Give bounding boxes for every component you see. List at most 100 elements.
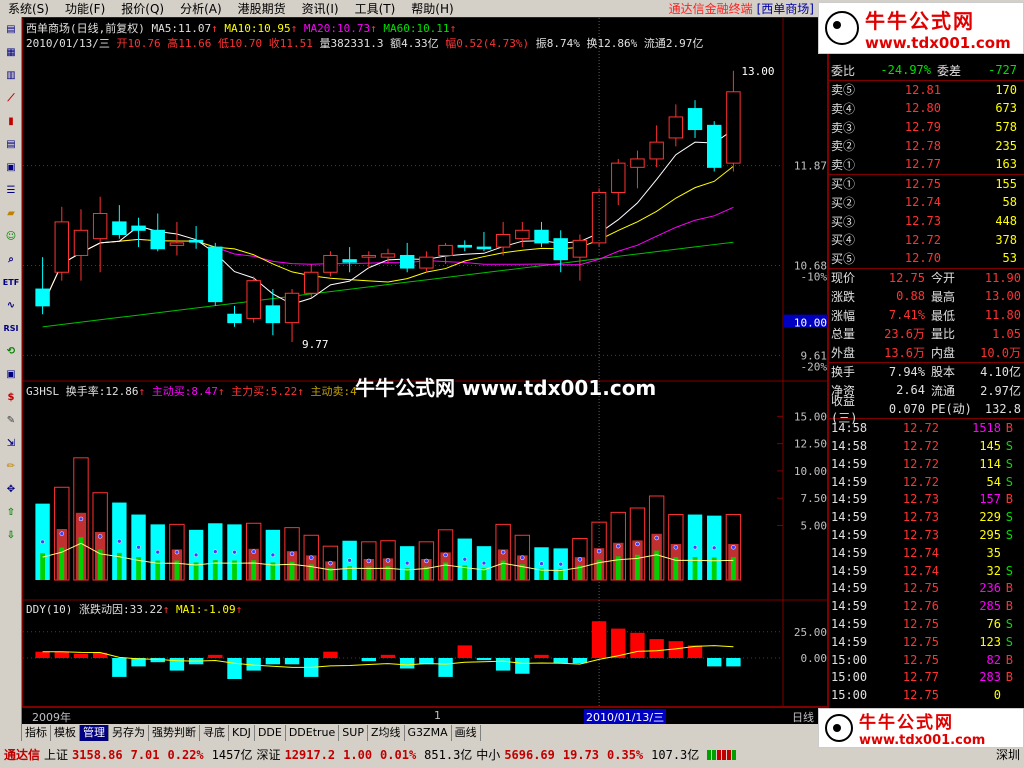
ddy-bar	[73, 653, 89, 658]
menu-help[interactable]: 帮助(H)	[403, 0, 461, 17]
buy-row: 买⑤ 12.70 53	[829, 249, 1024, 268]
etf-icon[interactable]: ETF	[1, 272, 21, 293]
menu-hk-futures[interactable]: 港股期货	[230, 0, 294, 17]
stat-label: 涨幅	[831, 308, 856, 323]
wrench-icon[interactable]: ✎	[1, 410, 21, 431]
tick-row: 15:00 12.75 0	[829, 686, 1024, 704]
sell-volume: 578	[995, 120, 1017, 135]
tick-price: 12.73	[902, 527, 939, 542]
candle-body	[591, 192, 607, 244]
tab-find-bottom[interactable]: 寻底	[200, 724, 229, 741]
table-icon[interactable]: ▤	[1, 134, 21, 155]
save-icon[interactable]: ▣	[1, 364, 21, 385]
tick-side: S	[1005, 474, 1013, 489]
ddy-bar	[35, 651, 50, 658]
tab-save-as[interactable]: 另存为	[109, 724, 149, 741]
hsl-dot	[462, 557, 468, 562]
tick-volume: 54	[986, 474, 1001, 489]
sell-volume: 170	[995, 82, 1017, 97]
hsl-turnover: 换手率:12.86	[65, 385, 139, 398]
sh-index: 3158.86	[72, 747, 123, 762]
stat-row: 涨跌 0.88 最高 13.00	[829, 287, 1024, 306]
import-icon[interactable]: ⇲	[1, 433, 21, 454]
tick-volume: 229	[979, 510, 1001, 525]
tab-draw[interactable]: 画线	[452, 724, 481, 741]
hsl-dot	[443, 552, 448, 558]
tick-list[interactable]: 14:58 12.72 1518 B 14:58 12.72 145 S 14:59 12.72 1…	[829, 418, 1024, 704]
arrow-up-icon[interactable]: ⇧	[1, 502, 21, 523]
buy-price: 12.70	[904, 251, 941, 266]
detail-icon[interactable]: ▥	[1, 65, 21, 86]
menu-tools[interactable]: 工具(T)	[347, 0, 404, 17]
tab-template[interactable]: 模板	[51, 724, 80, 741]
tick-time: 14:59	[831, 456, 868, 471]
high-value: 高11.66	[167, 37, 212, 50]
kline-chart-area[interactable]: 11.87 10.68 -10% 10.00 9.61 -20% 13.00 9.77 15.0…	[22, 17, 829, 708]
period-label: (日线,前复权)	[70, 22, 145, 35]
tick-row: 14:59 12.76 285 B	[829, 597, 1024, 615]
watermark-banner-bottom: 牛牛公式网 www.tdx001.com	[818, 708, 1024, 748]
move-icon[interactable]: ✥	[1, 479, 21, 500]
money-icon[interactable]: $	[1, 387, 21, 408]
sell-label: 卖②	[831, 139, 856, 154]
folder-icon[interactable]: ▰	[1, 203, 21, 224]
line-chart-icon[interactable]: ⟋	[1, 88, 21, 109]
stat-value: 132.8	[984, 401, 1021, 416]
tab-strength[interactable]: 强势判断	[149, 724, 200, 741]
ohlc-info: 2010/01/13/三 开10.76 高11.66 低10.70 收11.51…	[26, 35, 703, 51]
candle-body	[227, 313, 242, 324]
tick-price: 12.76	[902, 599, 939, 614]
users-icon[interactable]: ☺	[1, 226, 21, 247]
order-ratio-row: 委比 -24.97% 委差 -727	[831, 63, 1017, 78]
sell-volume: 163	[995, 157, 1017, 172]
hsl-axis-label: 12.50	[794, 438, 827, 451]
report-icon[interactable]: ▣	[1, 157, 21, 178]
tick-time: 14:59	[831, 545, 868, 560]
ddy-bar	[611, 628, 626, 658]
candle-body	[188, 239, 204, 243]
stat-row: 涨幅 7.41% 最低 11.80	[829, 306, 1024, 325]
tab-kdj[interactable]: KDJ	[229, 724, 255, 741]
tab-indicator[interactable]: 指标	[22, 724, 51, 741]
tab-sup[interactable]: SUP	[339, 724, 368, 741]
buy-label: 买②	[831, 195, 856, 210]
refresh-icon[interactable]: ⟲	[1, 341, 21, 362]
menu-quote[interactable]: 报价(Q)	[113, 0, 172, 17]
rsi-icon[interactable]: RSI	[1, 318, 21, 339]
tick-price: 12.75	[902, 616, 939, 631]
tab-dde[interactable]: DDE	[255, 724, 286, 741]
hsl-dot	[385, 558, 391, 563]
list-icon[interactable]: ☰	[1, 180, 21, 201]
tick-time: 15:00	[831, 670, 868, 685]
sell-orders: 卖⑤ 12.81 170 卖④ 12.80 673 卖③ 12.79 578 卖② 12.78 235…	[829, 79, 1024, 174]
menu-function[interactable]: 功能(F)	[57, 0, 113, 17]
center-watermark: 牛牛公式网 www.tdx001.com	[355, 376, 657, 400]
tick-row: 15:00 12.75 82 B	[829, 651, 1024, 669]
tick-side: B	[1005, 670, 1013, 685]
tick-side: B	[1005, 581, 1013, 596]
hsl-dot	[635, 541, 640, 547]
tab-g3zma[interactable]: G3ZMA	[405, 724, 452, 741]
ddy-bar	[323, 651, 338, 658]
buy-row: 买③ 12.73 448	[829, 212, 1024, 231]
menu-system[interactable]: 系统(S)	[0, 0, 57, 17]
tab-z-ma[interactable]: Z均线	[368, 724, 405, 741]
tick-side: S	[1005, 616, 1013, 631]
grid-icon[interactable]: ▦	[1, 42, 21, 63]
pencil-icon[interactable]: ✏	[1, 456, 21, 477]
tab-manage[interactable]: 管理	[80, 724, 109, 741]
tab-ddetrue[interactable]: DDEtrue	[286, 724, 340, 741]
stat-row: 总量 23.6万 量比 1.05	[829, 324, 1024, 343]
sh-label: 上证	[44, 748, 69, 762]
price-axis-label: 11.87	[794, 160, 827, 173]
status-right: 深圳	[995, 748, 1020, 762]
quote-list-icon[interactable]: ▤	[1, 19, 21, 40]
candle-chart-icon[interactable]: ▮	[1, 111, 21, 132]
low-value: 低10.70	[217, 37, 263, 50]
menu-info[interactable]: 资讯(I)	[294, 0, 347, 17]
menu-analysis[interactable]: 分析(A)	[172, 0, 230, 17]
wave-icon[interactable]: ∿	[1, 295, 21, 316]
tick-row: 14:58 12.72 145 S	[829, 437, 1024, 455]
search-icon[interactable]: ⌕	[1, 249, 21, 270]
arrow-down-icon[interactable]: ⇩	[1, 525, 21, 546]
